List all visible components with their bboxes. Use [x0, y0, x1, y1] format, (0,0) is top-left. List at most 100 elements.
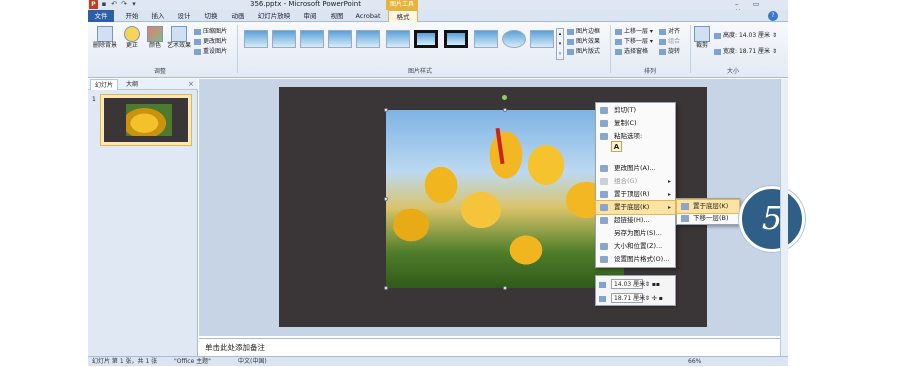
- menu-item-paste-options: 粘贴选项:: [596, 130, 675, 143]
- picture-effects-icon: [567, 38, 574, 45]
- color-button[interactable]: 颜色: [145, 26, 165, 49]
- compress-pictures-button[interactable]: 压缩图片: [194, 28, 227, 36]
- picture-border-button[interactable]: 图片边框: [567, 28, 600, 36]
- send-backward-button[interactable]: 下移一层 ▾: [615, 38, 653, 46]
- change-picture-button[interactable]: 更改图片: [194, 38, 227, 46]
- window-controls[interactable]: – ▭ ✕: [735, 0, 785, 16]
- powerpoint-app-icon[interactable]: P: [89, 0, 98, 9]
- menu-item-bring-to-front[interactable]: 置于顶层(R) ▸: [596, 188, 675, 201]
- menu-item-send-to-back[interactable]: 置于底层(K) ▸: [595, 200, 676, 215]
- thumbnail-picture: [126, 104, 172, 136]
- tab-outline[interactable]: 大纲: [122, 79, 142, 90]
- menu-item-hyperlink[interactable]: 超链接(H)...: [596, 214, 675, 227]
- compress-icon: [194, 28, 201, 35]
- picture-style-thumb[interactable]: [444, 30, 468, 48]
- help-icon[interactable]: ?: [768, 11, 778, 21]
- size-position-icon: [600, 243, 608, 250]
- bring-to-front-icon: [600, 191, 608, 198]
- picture-style-thumb[interactable]: [502, 30, 526, 48]
- undo-icon[interactable]: ↶: [110, 0, 118, 9]
- picture-style-thumb[interactable]: [474, 30, 498, 48]
- selection-pane-button[interactable]: 选择窗格: [615, 48, 648, 56]
- remove-background-button[interactable]: 删除背景: [92, 26, 118, 49]
- height-field[interactable]: 高度: 14.03 厘米 ⇕: [714, 32, 777, 40]
- group-icon: [659, 38, 666, 45]
- group-button[interactable]: 组合: [659, 38, 680, 46]
- picture-style-thumb[interactable]: [328, 30, 352, 48]
- send-to-back-icon: [681, 203, 689, 210]
- save-icon[interactable]: ▪: [100, 0, 108, 9]
- reset-picture-button[interactable]: 重设图片: [194, 48, 227, 56]
- picture-style-thumb[interactable]: [414, 30, 438, 48]
- picture-layout-icon: [567, 48, 574, 55]
- tab-animations[interactable]: 动画: [226, 10, 250, 22]
- send-backward-icon: [615, 38, 622, 45]
- bring-forward-button[interactable]: 上移一层 ▾: [615, 28, 653, 36]
- rotate-button[interactable]: 旋转: [659, 48, 680, 56]
- submenu-item-send-backward[interactable]: 下移一层(B): [677, 212, 739, 225]
- resize-handle[interactable]: [384, 286, 388, 290]
- menu-item-format-picture[interactable]: 设置图片格式(O)...: [596, 253, 675, 266]
- height-icon: [599, 281, 606, 288]
- width-icon: [599, 295, 606, 302]
- paste-icon: [600, 133, 608, 140]
- picture-style-thumb[interactable]: [300, 30, 324, 48]
- menu-item-group[interactable]: 组合(G) ▸: [596, 175, 675, 188]
- resize-handle[interactable]: [503, 108, 507, 112]
- vertical-scrollbar[interactable]: [780, 79, 788, 356]
- resize-handle[interactable]: [384, 197, 388, 201]
- tulip-picture[interactable]: [386, 110, 624, 288]
- status-bar: 幻灯片 第 1 张，共 1 张 "Office 主题" 中文(中国) 66%: [88, 356, 788, 366]
- menu-item-change-picture[interactable]: 更改图片(A)...: [596, 162, 675, 175]
- tab-format[interactable]: 格式: [388, 10, 418, 22]
- close-icon[interactable]: ×: [188, 79, 194, 90]
- tab-file[interactable]: 文件: [88, 10, 114, 22]
- menu-item-size-position[interactable]: 大小和位置(Z)...: [596, 240, 675, 253]
- tab-design[interactable]: 设计: [172, 10, 196, 22]
- format-picture-icon: [600, 256, 608, 263]
- dropdown-icon[interactable]: ▾: [130, 0, 138, 9]
- picture-layout-button[interactable]: 图片版式: [567, 48, 600, 56]
- paste-keep-text-only-button[interactable]: A: [611, 141, 622, 152]
- picture-effects-button[interactable]: 图片效果: [567, 38, 600, 46]
- tab-insert[interactable]: 插入: [146, 10, 170, 22]
- picture-style-thumb[interactable]: [386, 30, 410, 48]
- tab-home[interactable]: 开始: [120, 10, 144, 22]
- notes-pane[interactable]: [199, 338, 780, 356]
- tab-review[interactable]: 审阅: [299, 10, 321, 22]
- redo-icon[interactable]: ↷: [120, 0, 128, 9]
- mini-width-field[interactable]: 18.71 厘米 ⇕ ✢ ▪: [599, 293, 663, 304]
- menu-item-save-as-picture[interactable]: 另存为图片(S)...: [596, 227, 675, 240]
- group-icon: [600, 178, 608, 185]
- picture-style-thumb[interactable]: [272, 30, 296, 48]
- ribbon-separator: [610, 25, 611, 73]
- mini-toolbar: 14.03 厘米 ⇕ ▪▪ 18.71 厘米 ⇕ ✢ ▪: [595, 275, 676, 306]
- tab-acrobat[interactable]: Acrobat: [353, 10, 383, 22]
- group-label-adjust: 调整: [153, 68, 166, 75]
- bring-forward-icon: [615, 28, 622, 35]
- artistic-effects-button[interactable]: 艺术效果: [166, 26, 192, 49]
- remove-background-icon: [97, 26, 113, 42]
- thumbnail-background: [104, 98, 188, 142]
- tab-slides[interactable]: 幻灯片: [90, 79, 119, 90]
- align-button[interactable]: 对齐: [659, 28, 680, 36]
- slide-thumbnail[interactable]: [100, 94, 192, 146]
- menu-item-cut[interactable]: 剪切(T): [596, 104, 675, 117]
- rotation-handle[interactable]: [502, 95, 507, 100]
- tab-slideshow[interactable]: 幻灯片放映: [254, 10, 294, 22]
- crop-button[interactable]: 裁剪: [693, 26, 711, 49]
- picture-style-thumb[interactable]: [244, 30, 268, 48]
- resize-handle[interactable]: [384, 108, 388, 112]
- crop-icon: [694, 26, 710, 42]
- resize-handle[interactable]: [503, 286, 507, 290]
- menu-item-copy[interactable]: 复制(C): [596, 117, 675, 130]
- tab-transitions[interactable]: 切换: [199, 10, 223, 22]
- tab-view[interactable]: 视图: [326, 10, 348, 22]
- picture-style-thumb[interactable]: [356, 30, 380, 48]
- picture-style-thumb[interactable]: [530, 30, 554, 48]
- width-field[interactable]: 宽度: 18.71 厘米 ⇕: [714, 48, 777, 56]
- gallery-more-button[interactable]: ▴ ▾ ▿: [556, 28, 564, 60]
- send-backward-icon: [681, 215, 689, 222]
- mini-height-field[interactable]: 14.03 厘米 ⇕ ▪▪: [599, 279, 660, 290]
- corrections-button[interactable]: 更正: [122, 26, 142, 49]
